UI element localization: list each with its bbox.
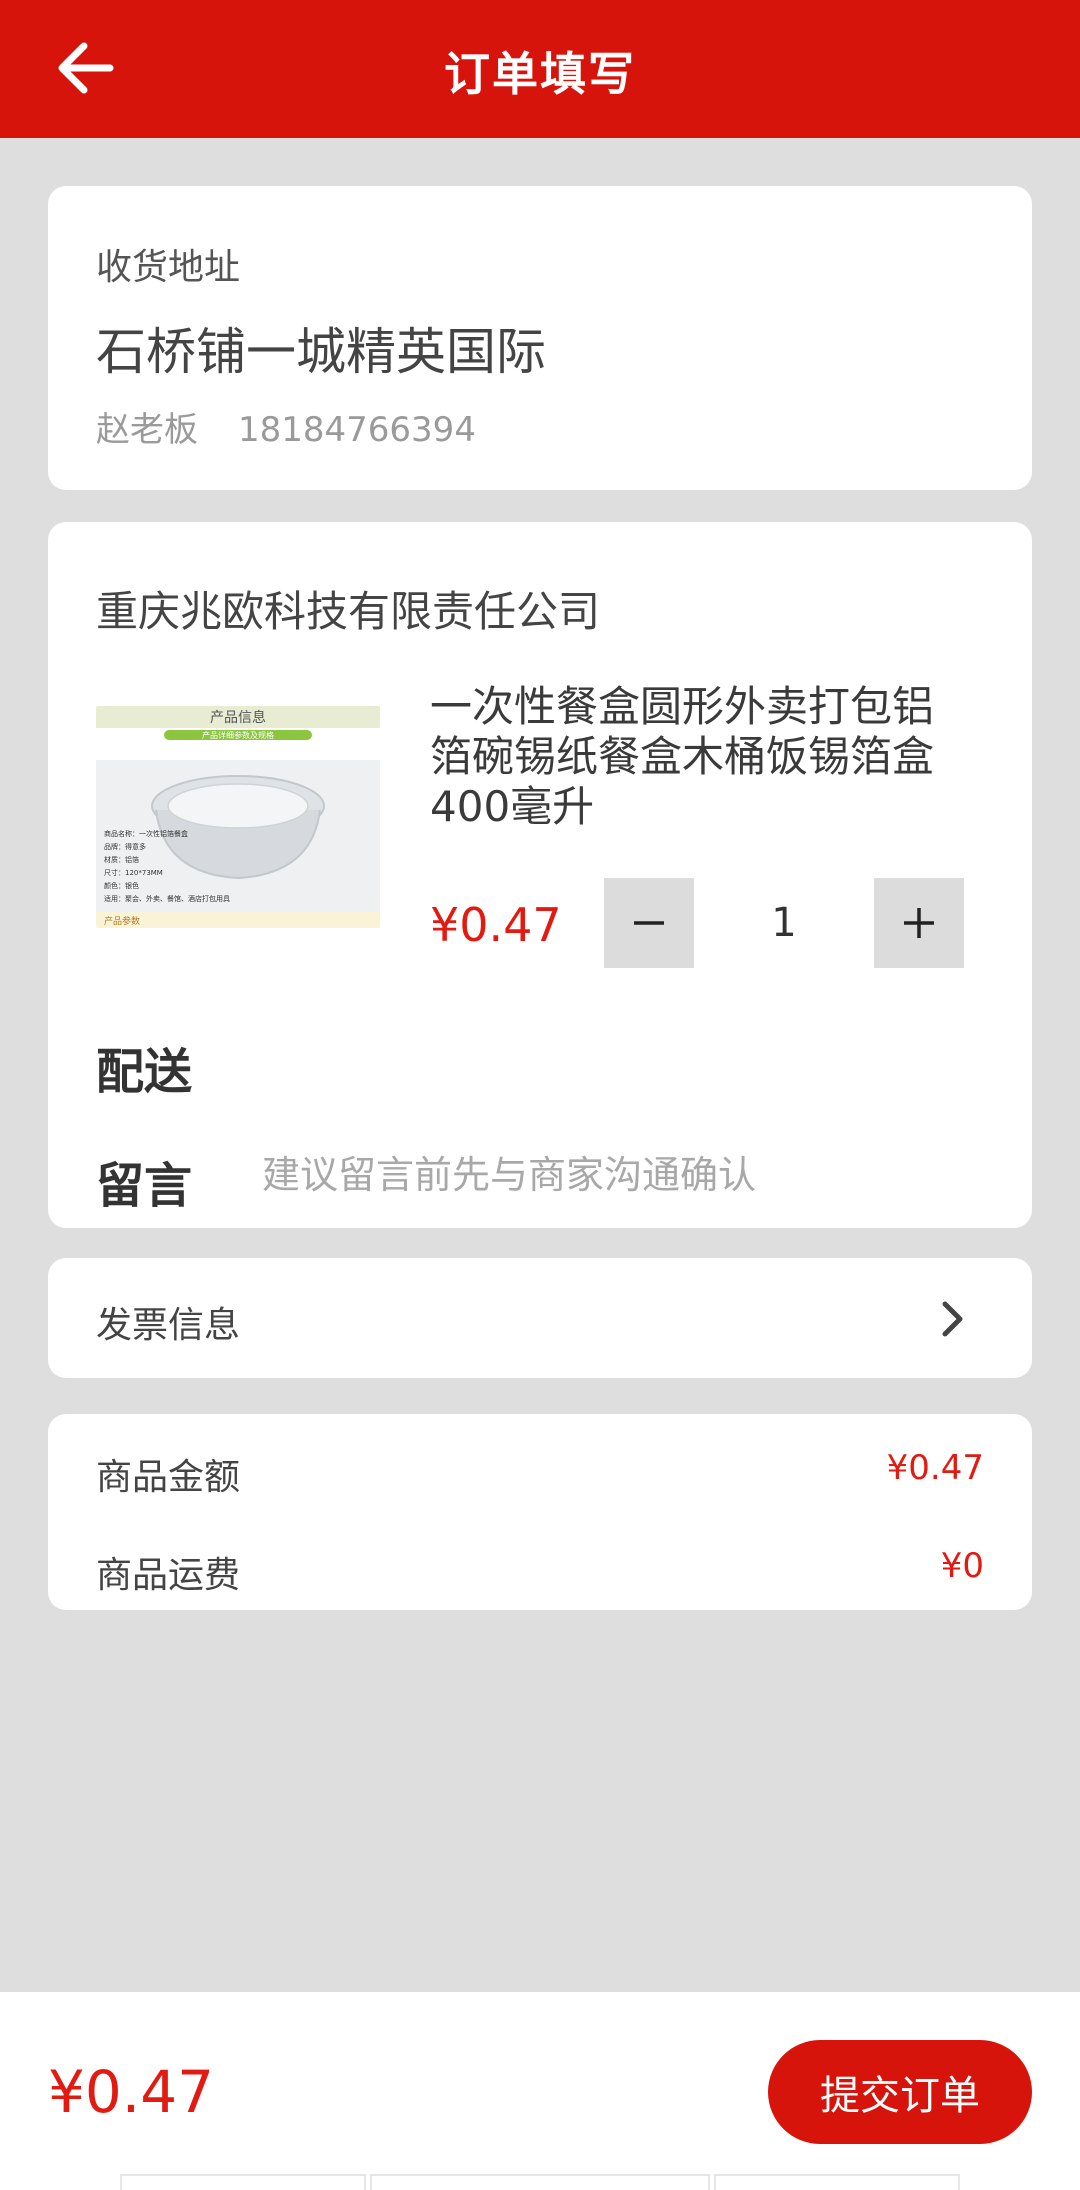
order-items-card: 重庆兆欧科技有限责任公司 产品信息 产品详细参数及规格 商品名称：一次性铝箔餐盒… (48, 522, 1032, 1228)
keyboard-edge-divider (714, 2174, 960, 2190)
product-image-spec: 品牌：得意多 (104, 842, 146, 851)
product-title: 一次性餐盒圆形外卖打包铝箔碗锡纸餐盒木桶饭锡箔盒400毫升 (430, 682, 935, 831)
submit-order-button[interactable]: 提交订单 (768, 2040, 1032, 2144)
checkout-bar: ¥0.47 提交订单 (0, 1992, 1080, 2190)
total-price: ¥0.47 (48, 2058, 215, 2126)
product-image-footer: 产品参数 (104, 915, 140, 927)
recipient-phone: 18184766394 (238, 410, 476, 450)
invoice-label: 发票信息 (96, 1305, 241, 1346)
quantity-increase-button[interactable] (874, 878, 964, 968)
page-title: 订单填写 (444, 47, 636, 101)
product-image-spec: 商品名称：一次性铝箔餐盒 (104, 829, 188, 838)
product-price: ¥0.47 (430, 898, 562, 952)
address-location: 石桥铺一城精英国际 (96, 323, 546, 381)
keyboard-edge-divider (120, 2174, 366, 2190)
invoice-info-row[interactable]: 发票信息 (48, 1258, 1032, 1378)
message-label: 留言 (96, 1158, 193, 1214)
product-image-spec: 材质：铝箔 (104, 855, 139, 864)
order-form-page: 订单填写 收货地址 石桥铺一城精英国际 赵老板 18184766394 重庆兆欧科… (0, 0, 1080, 2190)
product-image-heading: 产品信息 (210, 709, 266, 726)
price-summary-card: 商品金额 ¥0.47 商品运费 ¥0 (48, 1414, 1032, 1610)
chevron-right-icon (942, 1301, 963, 1337)
quantity-value[interactable]: 1 (694, 878, 874, 968)
shipping-fee-value: ¥0 (940, 1546, 984, 1586)
shop-name: 重庆兆欧科技有限责任公司 (96, 587, 601, 636)
shipping-address-card[interactable]: 收货地址 石桥铺一城精英国际 赵老板 18184766394 (48, 186, 1032, 490)
product-image-spec: 尺寸：120*73MM (104, 868, 163, 877)
quantity-decrease-button[interactable] (604, 878, 694, 968)
shipping-fee-label: 商品运费 (96, 1555, 241, 1596)
goods-amount-label: 商品金额 (96, 1457, 241, 1498)
product-image-spec: 颜色：银色 (104, 881, 139, 890)
address-contact: 赵老板 18184766394 (96, 402, 476, 451)
message-input[interactable] (262, 1144, 982, 1206)
product-image: 产品信息 产品详细参数及规格 商品名称：一次性铝箔餐盒 品牌：得意多 材质：铝箔… (96, 706, 380, 928)
plus-icon (904, 908, 934, 938)
minus-icon (634, 921, 664, 925)
top-app-bar: 订单填写 (0, 0, 1080, 138)
recipient-name: 赵老板 (96, 410, 198, 450)
product-image-subheading: 产品详细参数及规格 (202, 730, 274, 740)
delivery-label: 配送 (96, 1044, 193, 1100)
goods-amount-value: ¥0.47 (886, 1448, 984, 1488)
keyboard-edge-divider (370, 2174, 710, 2190)
product-image-spec: 适用：聚会、外卖、餐馆、酒店打包用具 (104, 894, 230, 903)
address-label: 收货地址 (96, 247, 241, 288)
